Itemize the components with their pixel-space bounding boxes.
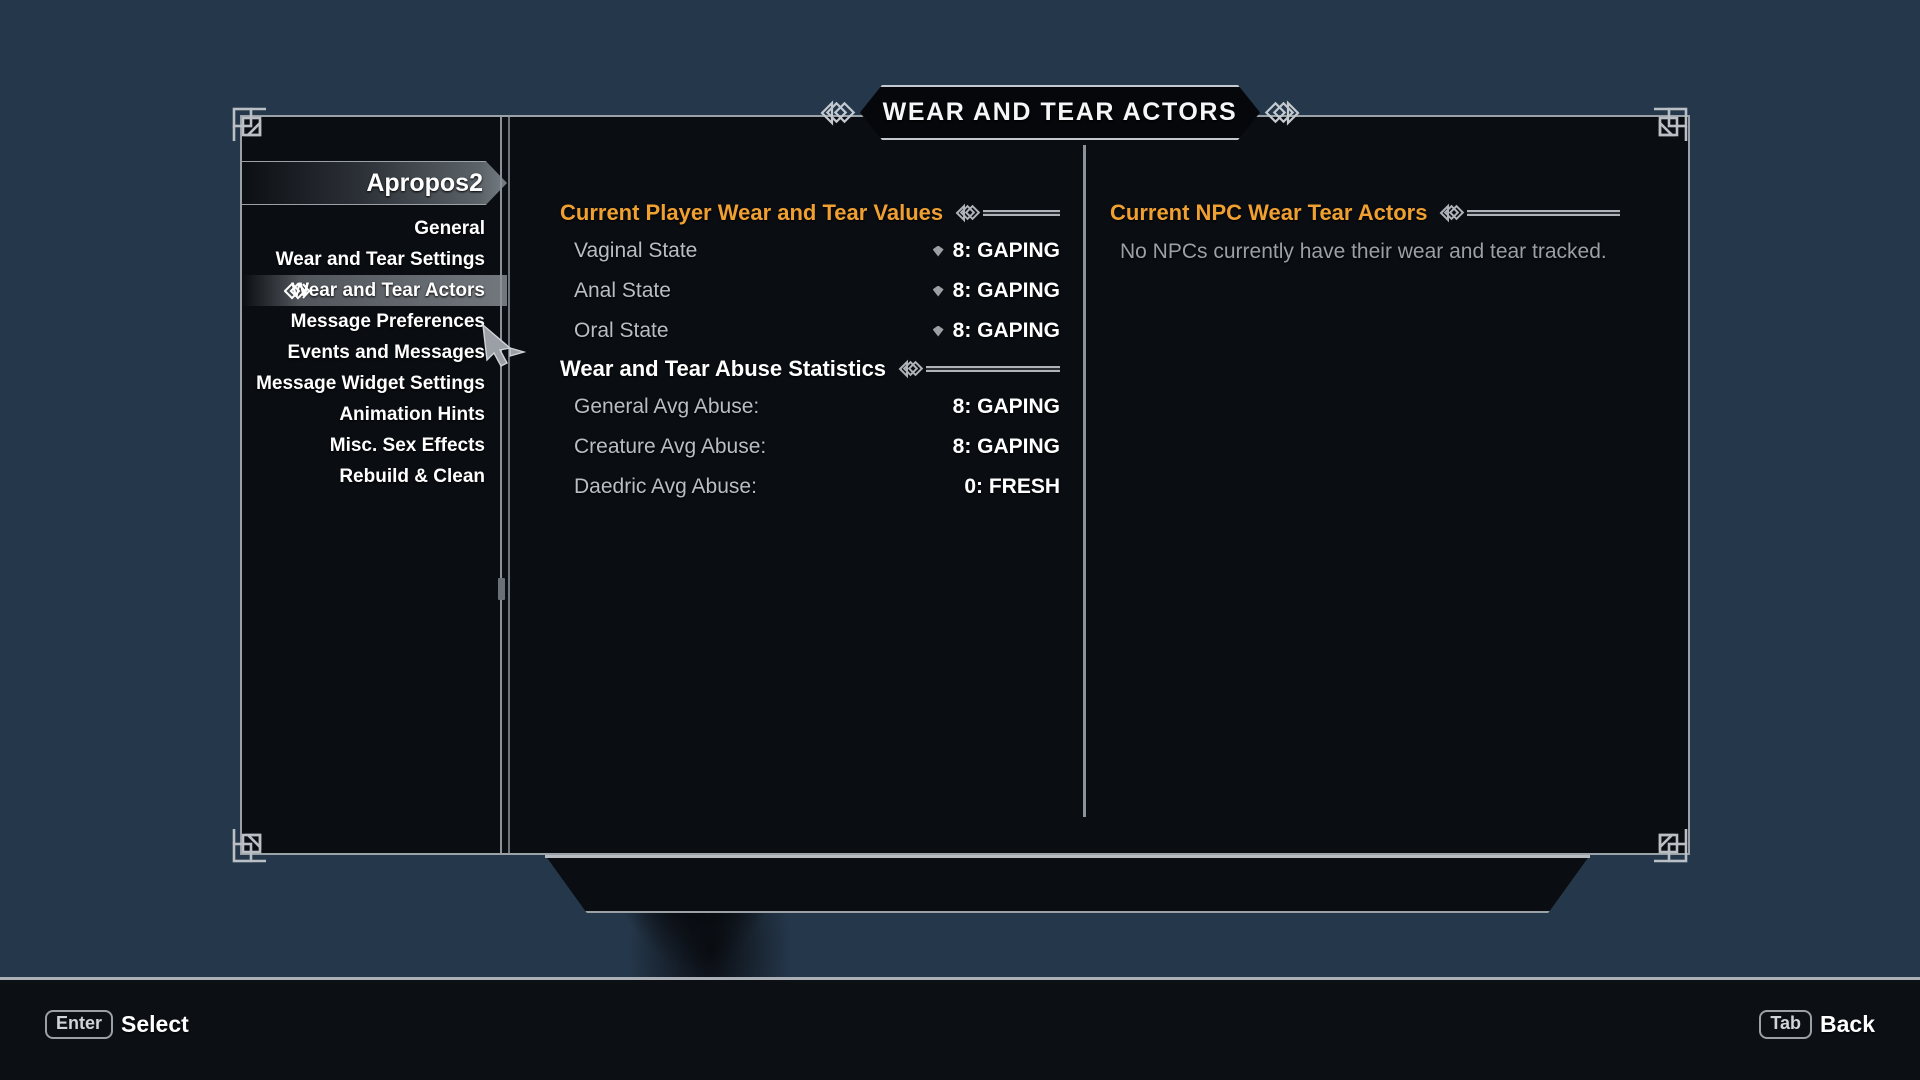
footer-hint-select[interactable]: Enter Select bbox=[45, 1010, 189, 1039]
option-value-wrap: 8: GAPING bbox=[940, 395, 1060, 419]
page-title: WEAR AND TEAR ACTORS bbox=[882, 98, 1238, 126]
sidebar: Apropos2 General Wear and Tear Settings … bbox=[242, 117, 507, 853]
option-value: 8: GAPING bbox=[952, 279, 1060, 302]
section-header-npc-actors: Current NPC Wear Tear Actors bbox=[1110, 195, 1620, 231]
key-badge: Tab bbox=[1759, 1010, 1813, 1039]
option-row-oral-state[interactable]: Oral State 8: GAPING bbox=[560, 311, 1060, 351]
section-header-label: Current Player Wear and Tear Values bbox=[560, 200, 944, 225]
option-label: Oral State bbox=[574, 319, 669, 342]
section-rule bbox=[983, 210, 1060, 216]
sidebar-item-label: Message Widget Settings bbox=[256, 372, 485, 394]
option-label: Vaginal State bbox=[574, 239, 698, 262]
gem-marker-icon bbox=[932, 245, 944, 257]
corner-knot-icon bbox=[1648, 103, 1692, 147]
sidebar-item-misc-sex-effects[interactable]: Misc. Sex Effects bbox=[242, 430, 507, 461]
sidebar-item-message-widget-settings[interactable]: Message Widget Settings bbox=[242, 368, 507, 399]
sidebar-item-label: General bbox=[414, 217, 485, 239]
mcm-screen: WEAR AND TEAR ACTORS Apropos2 General We… bbox=[0, 0, 1920, 1080]
sidebar-scrollbar-thumb[interactable] bbox=[498, 578, 505, 600]
sidebar-item-label: Wear and Tear Settings bbox=[275, 248, 485, 270]
mod-name-tab[interactable]: Apropos2 bbox=[242, 161, 507, 205]
npc-empty-message: No NPCs currently have their wear and te… bbox=[1120, 240, 1607, 263]
option-value-wrap: 8: GAPING bbox=[932, 239, 1060, 263]
option-value-wrap: 0: FRESH bbox=[940, 475, 1060, 499]
key-badge: Enter bbox=[45, 1010, 114, 1039]
section-header-abuse-statistics: Wear and Tear Abuse Statistics bbox=[560, 351, 1060, 387]
sidebar-item-message-preferences[interactable]: Message Preferences bbox=[242, 306, 507, 337]
sidebar-item-wear-and-tear-settings[interactable]: Wear and Tear Settings bbox=[242, 244, 507, 275]
gem-marker-icon bbox=[932, 325, 944, 337]
page-title-bar: WEAR AND TEAR ACTORS bbox=[820, 85, 1300, 140]
sidebar-divider bbox=[500, 117, 502, 853]
corner-knot-icon bbox=[228, 103, 272, 147]
sidebar-item-label: Events and Messages bbox=[287, 341, 485, 363]
section-knot-icon bbox=[1439, 202, 1465, 224]
npc-actors-column: Current NPC Wear Tear Actors No NPCs cur… bbox=[1110, 195, 1620, 264]
option-label: Anal State bbox=[574, 279, 671, 302]
sidebar-item-general[interactable]: General bbox=[242, 213, 507, 244]
sidebar-item-label: Message Preferences bbox=[290, 310, 485, 332]
content-column-divider bbox=[1083, 145, 1086, 817]
sidebar-item-label: Rebuild & Clean bbox=[339, 465, 485, 487]
section-rule bbox=[926, 366, 1060, 372]
corner-knot-icon bbox=[228, 823, 272, 867]
section-header-player-values: Current Player Wear and Tear Values bbox=[560, 195, 1060, 231]
section-rule bbox=[1467, 210, 1620, 216]
sidebar-item-rebuild-and-clean[interactable]: Rebuild & Clean bbox=[242, 461, 507, 492]
sidebar-divider-secondary bbox=[508, 117, 510, 853]
selected-marker-knot-icon bbox=[283, 279, 311, 303]
option-row-vaginal-state[interactable]: Vaginal State 8: GAPING bbox=[560, 231, 1060, 271]
corner-knot-icon bbox=[1648, 823, 1692, 867]
option-label: Creature Avg Abuse: bbox=[574, 435, 767, 458]
panel-bottom-banner-rule bbox=[545, 855, 1590, 858]
option-value: 8: GAPING bbox=[952, 319, 1060, 342]
option-value: 8: GAPING bbox=[952, 395, 1060, 418]
gem-marker-icon bbox=[932, 285, 944, 297]
footer-hint-back[interactable]: Tab Back bbox=[1759, 1010, 1875, 1039]
sidebar-menu: General Wear and Tear Settings Wear and … bbox=[242, 213, 507, 492]
sidebar-item-events-and-messages[interactable]: Events and Messages bbox=[242, 337, 507, 368]
section-header-label: Wear and Tear Abuse Statistics bbox=[560, 356, 887, 381]
option-value-wrap: 8: GAPING bbox=[932, 279, 1060, 303]
option-value: 8: GAPING bbox=[952, 239, 1060, 262]
sidebar-item-label: Misc. Sex Effects bbox=[329, 434, 485, 456]
option-value-wrap: 8: GAPING bbox=[932, 319, 1060, 343]
sidebar-item-label: Wear and Tear Actors bbox=[291, 279, 485, 301]
mouse-cursor-icon bbox=[480, 322, 527, 384]
section-knot-icon bbox=[898, 358, 924, 380]
sidebar-item-label: Animation Hints bbox=[339, 403, 485, 425]
mod-name-label: Apropos2 bbox=[366, 168, 483, 197]
title-knot-icon bbox=[818, 95, 858, 131]
title-knot-icon bbox=[1262, 95, 1302, 131]
option-row-anal-state[interactable]: Anal State 8: GAPING bbox=[560, 271, 1060, 311]
section-header-label: Current NPC Wear Tear Actors bbox=[1110, 200, 1428, 225]
option-row-general-avg-abuse: General Avg Abuse: 8: GAPING bbox=[560, 387, 1060, 427]
sidebar-item-animation-hints[interactable]: Animation Hints bbox=[242, 399, 507, 430]
option-row-creature-avg-abuse: Creature Avg Abuse: 8: GAPING bbox=[560, 427, 1060, 467]
hint-action-label: Back bbox=[1820, 1010, 1875, 1037]
option-value: 0: FRESH bbox=[964, 475, 1060, 498]
option-label: Daedric Avg Abuse: bbox=[574, 475, 757, 498]
option-value-wrap: 8: GAPING bbox=[940, 435, 1060, 459]
option-value: 8: GAPING bbox=[952, 435, 1060, 458]
option-row-daedric-avg-abuse: Daedric Avg Abuse: 0: FRESH bbox=[560, 467, 1060, 507]
footer-bar: Enter Select Tab Back bbox=[0, 977, 1920, 1080]
player-values-column: Current Player Wear and Tear Values Vagi… bbox=[560, 195, 1060, 507]
panel-bottom-banner bbox=[545, 855, 1590, 913]
sidebar-item-wear-and-tear-actors[interactable]: Wear and Tear Actors bbox=[242, 275, 507, 306]
option-label: General Avg Abuse: bbox=[574, 395, 760, 418]
section-knot-icon bbox=[955, 202, 981, 224]
hint-action-label: Select bbox=[121, 1010, 189, 1037]
